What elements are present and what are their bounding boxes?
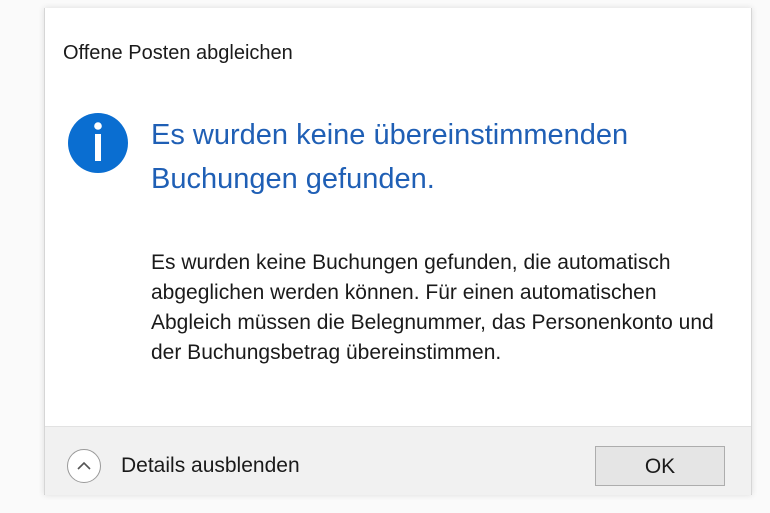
details-toggle-label[interactable]: Details ausblenden <box>121 454 300 478</box>
chevron-up-icon <box>77 461 91 470</box>
dialog-content-text: Es wurden keine Buchungen gefunden, die … <box>151 251 714 364</box>
dialog-footer: Details ausblenden OK <box>45 426 751 495</box>
dialog-title: Offene Posten abgleichen <box>63 42 293 64</box>
info-icon <box>68 113 128 173</box>
screenshot-frame: Offene Posten abgleichen Es wurden keine… <box>0 0 770 513</box>
ok-button[interactable]: OK <box>595 446 725 486</box>
main-instruction: Es wurden keine übereinstimmenden Buchun… <box>151 119 629 195</box>
task-dialog: Offene Posten abgleichen Es wurden keine… <box>44 8 752 495</box>
collapse-details-button[interactable] <box>67 449 101 483</box>
